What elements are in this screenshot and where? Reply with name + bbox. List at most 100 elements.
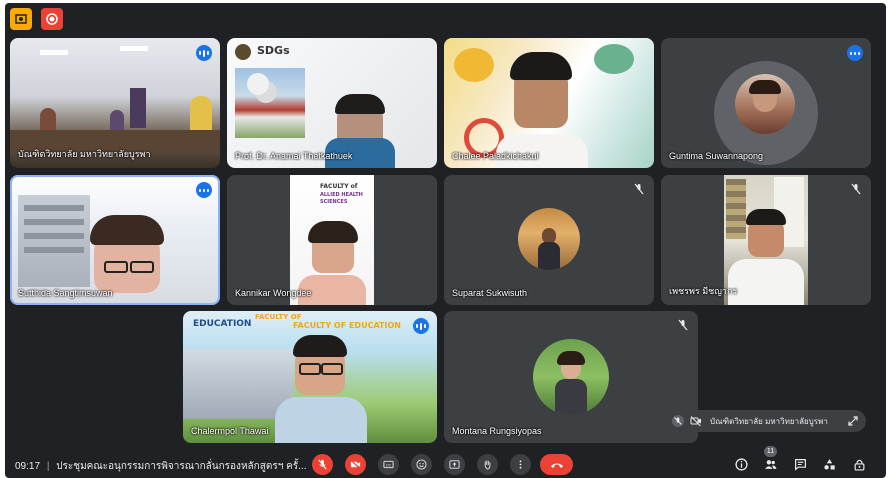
meeting-title: ประชุมคณะอนุกรรมการพิจารณากลั่นกรองหลักส… [56,461,307,472]
background-art [454,48,494,82]
building-windows [24,205,84,211]
glasses [321,363,343,375]
ahs-text: ALLIED HEALTH [320,192,363,198]
participant-tile[interactable]: FACULTY OF EDUCATION FACULTY OF EDUCATIO… [183,311,437,443]
avatar [735,74,795,134]
activities-icon [823,458,835,469]
flower-shape [247,73,269,95]
self-view-label: บัณฑิตวิทยาลัย มหาวิทยาลัยบูรพา [710,416,828,426]
mic-off-icon [672,415,684,427]
participant-hair [90,215,164,245]
activities-button[interactable] [820,455,838,473]
info-icon [734,457,748,471]
mic-off-icon [634,183,644,195]
speaking-indicator-icon [196,45,212,61]
people-icon [764,459,776,469]
university-logo [235,44,251,60]
raise-hand-button[interactable] [477,454,498,475]
self-view-pill[interactable]: บัณฑิตวิทยาลัย มหาวิทยาลัยบูรพา [666,410,866,432]
chat-button[interactable] [791,455,809,473]
record-circle-icon[interactable] [41,8,63,30]
participant-tile[interactable]: บัณฑิตวิทยาลัย มหาวิทยาลัยบูรพา [10,38,220,168]
ahs-text: SCIENCES [320,199,348,205]
participant-hair [746,209,786,225]
speaking-indicator-icon [847,45,863,61]
captions-button[interactable]: CC [378,454,399,475]
ceiling-light [120,46,148,51]
participant-name: บัณฑิตวิทยาลัย มหาวิทยาลัยบูรพา [18,149,151,159]
speaking-indicator-icon [413,318,429,334]
participant-tile[interactable]: Chalee Paladkichakul [444,38,654,168]
person-figure [110,110,124,132]
end-call-button[interactable] [540,454,573,475]
present-icon [449,460,460,469]
svg-text:CC: CC [386,463,392,467]
glasses [130,261,154,273]
participant-name: Chalee Paladkichakul [452,151,539,161]
bookshelf [726,179,746,239]
participant-tile[interactable]: Montana Rungsiyopas [444,311,698,443]
more-options-button[interactable] [510,454,531,475]
background-art [594,44,634,74]
camera-off-icon [690,416,701,427]
expand-icon[interactable] [848,416,858,426]
virtual-background: FACULTY of ALLIED HEALTH SCIENCES [290,175,374,305]
participant-hair [335,94,385,114]
participant-body [728,259,804,305]
captions-icon: CC [383,460,394,469]
glasses [104,261,128,273]
participant-name: Kannikar Wongdee [235,288,312,298]
person-figure [40,108,56,132]
mic-off-icon [851,183,861,195]
participant-name: Guntima Suwannapong [669,151,764,161]
person-figure [190,96,212,132]
mic-off-button[interactable] [312,454,333,475]
sdgs-text: SDGs [257,44,290,57]
ceiling-light [40,50,68,55]
recording-icon[interactable] [10,8,32,30]
chat-icon [794,458,806,471]
participant-tile[interactable]: Sutthida Sangtimsuwan [10,175,220,305]
participant-hair [293,335,347,357]
glasses [299,363,321,375]
participant-tile[interactable]: เพชรพร มีชญากร [661,175,871,305]
host-controls-icon [854,459,864,471]
participant-name: Chalermpol Thawai [191,426,269,436]
emoji-button[interactable] [411,454,432,475]
camera-off-button[interactable] [345,454,366,475]
edu-text: FACULTY OF EDUCATION [293,321,401,330]
participant-tile[interactable]: FACULTY of ALLIED HEALTH SCIENCES Kannik… [227,175,437,305]
participant-body [275,397,367,443]
hand-icon [484,460,491,470]
participant-name: Suparat Sukwisuth [452,288,528,298]
edu-text: FACULTY OF [255,313,302,321]
participant-hair [308,221,358,243]
meet-window: บัณฑิตวิทยาลัย มหาวิทยาลัยบูรพา SDGs Pro… [5,3,886,478]
door [130,88,146,128]
emoji-icon [416,459,427,470]
more-icon [519,460,522,469]
speaking-indicator-icon [196,182,212,198]
meeting-details-button[interactable] [732,455,750,473]
avatar [533,339,609,415]
host-controls-button[interactable] [850,455,868,473]
edu-text: EDUCATION [193,319,252,329]
meeting-info: 09:17 | ประชุมคณะอนุกรรมการพิจารณากลั่นก… [15,461,307,472]
camera-off-icon [350,459,361,470]
ahs-text: FACULTY of [320,183,358,190]
participant-hair [510,52,572,80]
mic-off-icon [318,459,327,470]
participant-tile[interactable]: SDGs Prof. Dr. Anamai Thetkathuek [227,38,437,168]
building-photo [235,68,305,138]
people-button[interactable]: 11 [761,446,779,473]
participant-count-badge: 11 [764,446,777,457]
participant-tile[interactable]: Guntima Suwannapong [661,38,871,168]
participant-name: เพชรพร มีชญากร [669,286,738,296]
participant-name: Sutthida Sangtimsuwan [18,288,113,298]
present-button[interactable] [444,454,465,475]
participant-name: Prof. Dr. Anamai Thetkathuek [235,151,353,161]
participant-tile[interactable]: Suparat Sukwisuth [444,175,654,305]
avatar [518,208,580,270]
meeting-time: 09:17 [15,461,41,472]
participant-name: Montana Rungsiyopas [452,426,542,436]
